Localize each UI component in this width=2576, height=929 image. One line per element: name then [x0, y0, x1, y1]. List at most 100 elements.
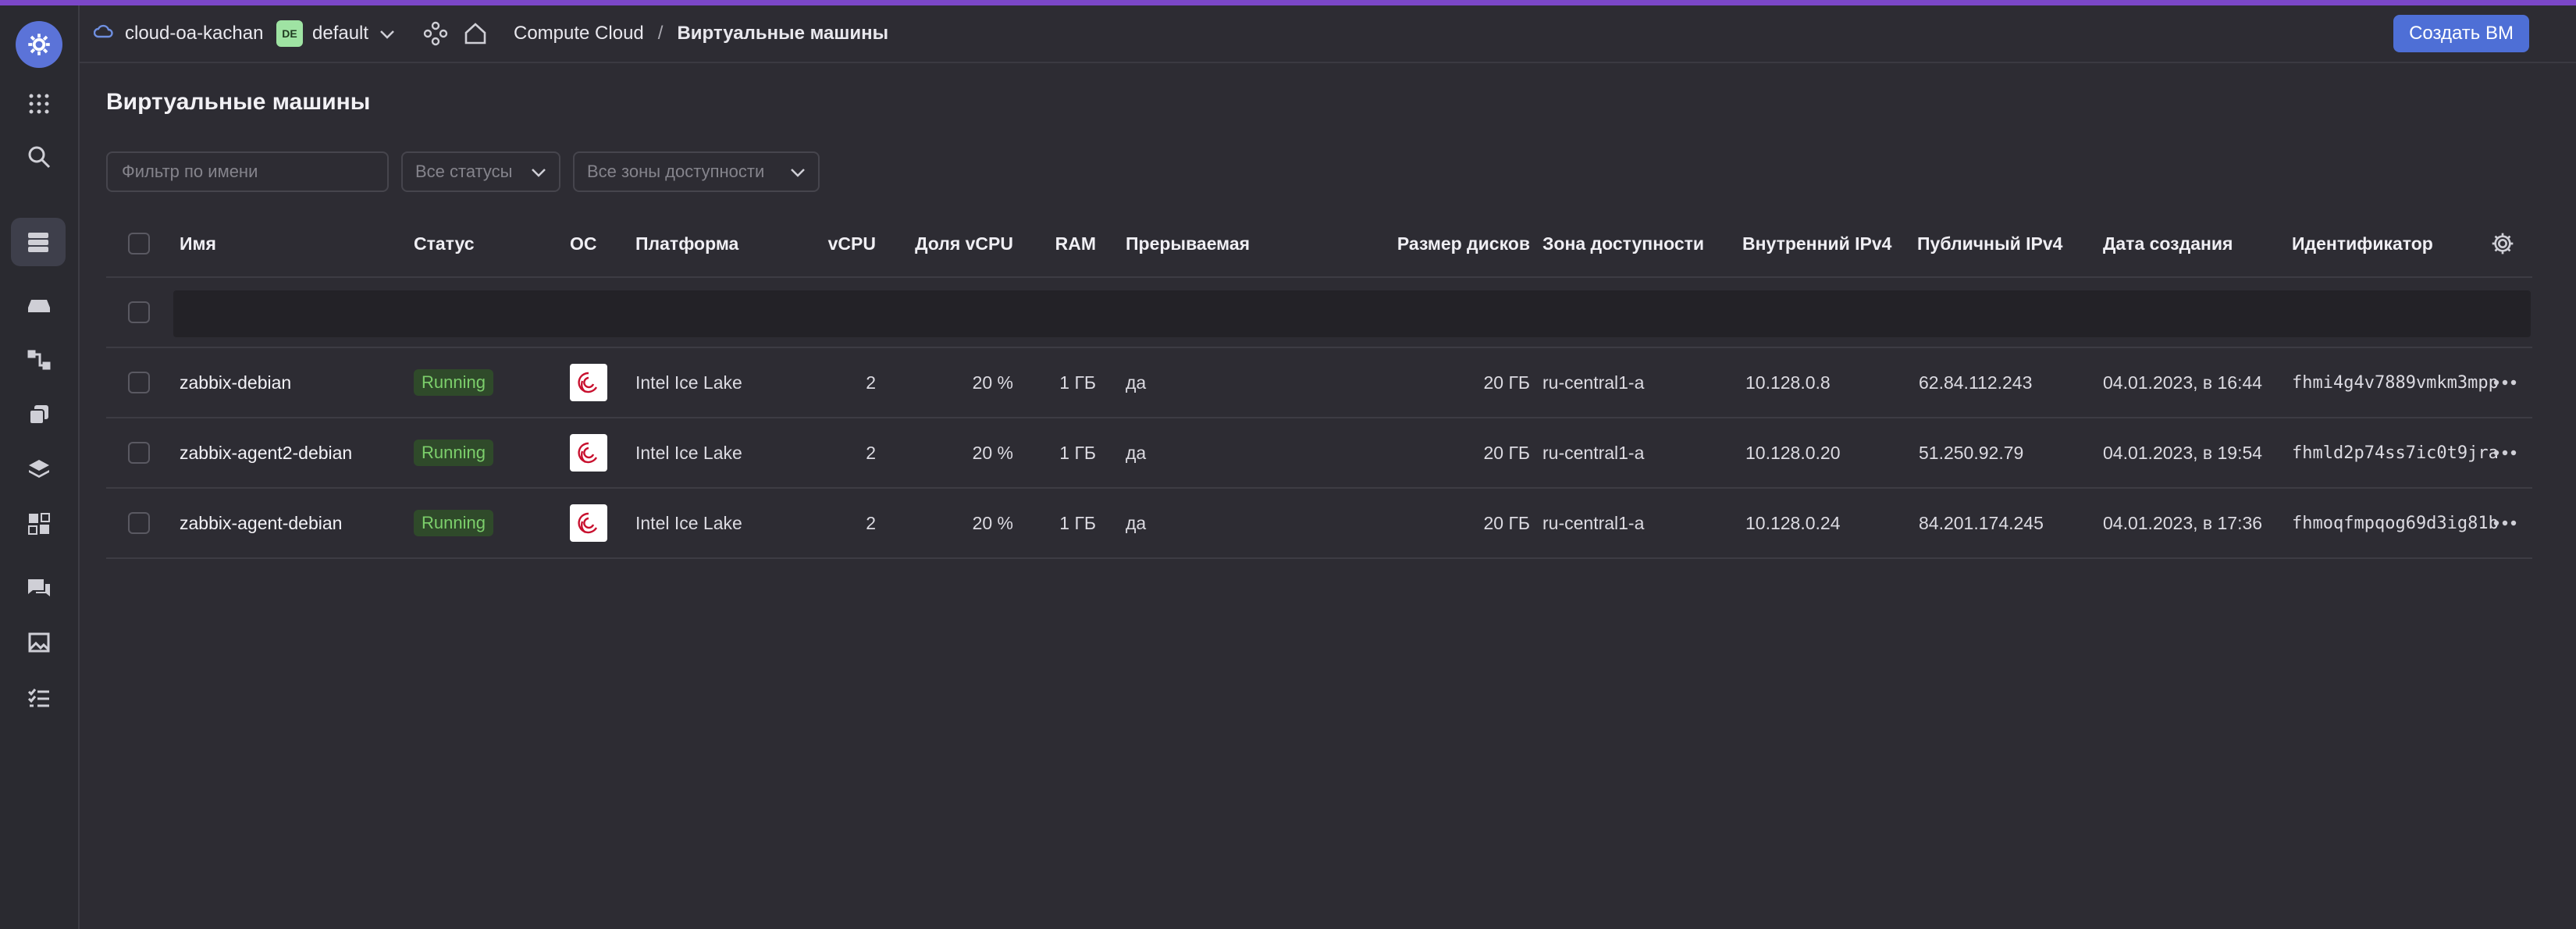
- vm-name[interactable]: zabbix-agent-debian: [180, 489, 342, 557]
- vcpu-share-cell: 20 %: [972, 442, 1013, 463]
- vm-name[interactable]: zabbix-agent2-debian: [180, 418, 352, 487]
- status-select-value: Все статусы: [415, 162, 513, 181]
- network-icon[interactable]: [16, 338, 62, 382]
- folder-name: default: [312, 23, 369, 44]
- table-inline-filter[interactable]: [173, 290, 2531, 337]
- servers-icon[interactable]: [11, 218, 66, 266]
- vcpu-cell: 2: [866, 442, 876, 463]
- column-internal-ip[interactable]: Внутренний IPv4: [1742, 211, 1891, 276]
- column-public-ip[interactable]: Публичный IPv4: [1917, 211, 2062, 276]
- filter-row-checkbox[interactable]: [128, 301, 150, 323]
- status-badge: Running: [414, 510, 493, 536]
- status-select[interactable]: Все статусы: [401, 151, 560, 192]
- checklist-icon[interactable]: [16, 677, 62, 721]
- column-vcpu[interactable]: vCPU: [801, 211, 876, 276]
- table-filter-row: [106, 278, 2532, 348]
- vm-table: Имя Статус ОС Платформа vCPU Доля vCPU R…: [106, 211, 2532, 559]
- table-settings-gear-icon[interactable]: [2490, 211, 2515, 276]
- column-id[interactable]: Идентификатор: [2292, 211, 2433, 276]
- column-os[interactable]: ОС: [570, 211, 597, 276]
- left-sidebar: [0, 5, 80, 929]
- cloud-name: cloud-oa-kachan: [125, 23, 264, 44]
- column-preemptible[interactable]: Прерываемая: [1126, 211, 1250, 276]
- disk-icon[interactable]: [16, 283, 62, 327]
- chat-icon[interactable]: [16, 566, 62, 610]
- vm-name[interactable]: zabbix-debian: [180, 348, 291, 417]
- row-checkbox[interactable]: [128, 372, 150, 393]
- vcpu-cell: 2: [866, 512, 876, 533]
- column-platform[interactable]: Платформа: [635, 211, 738, 276]
- layers-icon[interactable]: [16, 447, 62, 491]
- name-filter[interactable]: [106, 151, 389, 192]
- column-zone[interactable]: Зона доступности: [1542, 211, 1704, 276]
- vm-id-cell: fhmoqfmpqog69d3ig81b: [2292, 513, 2499, 533]
- public-ip-cell: 62.84.112.243: [1919, 372, 2033, 393]
- search-icon[interactable]: [16, 135, 62, 179]
- platform-cell: Intel Ice Lake: [635, 442, 742, 463]
- row-checkbox[interactable]: [128, 442, 150, 464]
- more-actions-icon[interactable]: [2493, 489, 2517, 557]
- breadcrumb-separator: /: [657, 23, 664, 44]
- vm-id-cell: fhmi4g4v7889vmkm3mpp: [2292, 372, 2499, 393]
- created-cell: 04.01.2023, в 16:44: [2103, 372, 2263, 393]
- zone-cell: ru-central1-a: [1542, 372, 1645, 393]
- disk-size-cell: 20 ГБ: [1483, 512, 1530, 533]
- row-checkbox[interactable]: [128, 512, 150, 534]
- table-row[interactable]: zabbix-agent-debian Running Intel Ice La…: [106, 489, 2532, 559]
- created-cell: 04.01.2023, в 19:54: [2103, 442, 2263, 463]
- breadcrumb-compute-cloud[interactable]: Compute Cloud: [514, 23, 644, 44]
- select-all-checkbox[interactable]: [128, 233, 150, 254]
- zone-select[interactable]: Все зоны доступности: [573, 151, 820, 192]
- cloud-icon: [93, 23, 114, 44]
- column-vcpu-share[interactable]: Доля vCPU: [887, 211, 1013, 276]
- copy-icon[interactable]: [16, 393, 62, 436]
- top-header: cloud-oa-kachan DE default Compute Cloud…: [80, 5, 2576, 63]
- debian-icon: [570, 364, 607, 401]
- created-cell: 04.01.2023, в 17:36: [2103, 512, 2263, 533]
- folder-selector[interactable]: DE default: [276, 5, 395, 62]
- apps-grid-icon[interactable]: [16, 82, 62, 126]
- internal-ip-cell: 10.128.0.8: [1745, 372, 1831, 393]
- column-created[interactable]: Дата создания: [2103, 211, 2233, 276]
- table-header-row: Имя Статус ОС Платформа vCPU Доля vCPU R…: [106, 211, 2532, 278]
- debian-icon: [570, 434, 607, 472]
- disk-size-cell: 20 ГБ: [1483, 372, 1530, 393]
- more-actions-icon[interactable]: [2493, 348, 2517, 417]
- column-name[interactable]: Имя: [180, 211, 216, 276]
- preemptible-cell: да: [1126, 442, 1147, 463]
- name-filter-input[interactable]: [120, 161, 375, 183]
- table-row[interactable]: zabbix-agent2-debian Running Intel Ice L…: [106, 418, 2532, 489]
- preemptible-cell: да: [1126, 512, 1147, 533]
- gear-logo-icon[interactable]: [16, 21, 62, 68]
- chevron-down-icon: [790, 162, 806, 182]
- table-row[interactable]: zabbix-debian Running Intel Ice Lake 2 2…: [106, 348, 2532, 418]
- vcpu-cell: 2: [866, 372, 876, 393]
- public-ip-cell: 51.250.92.79: [1919, 442, 2024, 463]
- top-accent-strip: [0, 0, 2576, 5]
- image-icon[interactable]: [16, 621, 62, 664]
- cloud-selector[interactable]: cloud-oa-kachan: [93, 5, 264, 62]
- more-actions-icon[interactable]: [2493, 418, 2517, 487]
- zone-cell: ru-central1-a: [1542, 512, 1645, 533]
- platform-cell: Intel Ice Lake: [635, 372, 742, 393]
- internal-ip-cell: 10.128.0.24: [1745, 512, 1841, 533]
- chevron-down-icon: [531, 162, 546, 182]
- components-icon[interactable]: [16, 502, 62, 546]
- ram-cell: 1 ГБ: [1059, 512, 1096, 533]
- zone-cell: ru-central1-a: [1542, 442, 1645, 463]
- breadcrumb-current: Виртуальные машины: [677, 23, 889, 44]
- platform-cell: Intel Ice Lake: [635, 512, 742, 533]
- internal-ip-cell: 10.128.0.20: [1745, 442, 1841, 463]
- vm-id-cell: fhmld2p74ss7ic0t9jra: [2292, 443, 2499, 463]
- zone-select-value: Все зоны доступности: [587, 162, 765, 181]
- column-status[interactable]: Статус: [414, 211, 475, 276]
- home-icon[interactable]: [464, 5, 487, 62]
- column-ram[interactable]: RAM: [1024, 211, 1096, 276]
- column-disk-size[interactable]: Размер дисков: [1293, 211, 1530, 276]
- page-title: Виртуальные машины: [106, 89, 371, 115]
- ram-cell: 1 ГБ: [1059, 442, 1096, 463]
- services-icon[interactable]: [423, 5, 448, 62]
- ram-cell: 1 ГБ: [1059, 372, 1096, 393]
- create-vm-button[interactable]: Создать ВМ: [2393, 15, 2529, 52]
- breadcrumb: Compute Cloud / Виртуальные машины: [514, 5, 888, 62]
